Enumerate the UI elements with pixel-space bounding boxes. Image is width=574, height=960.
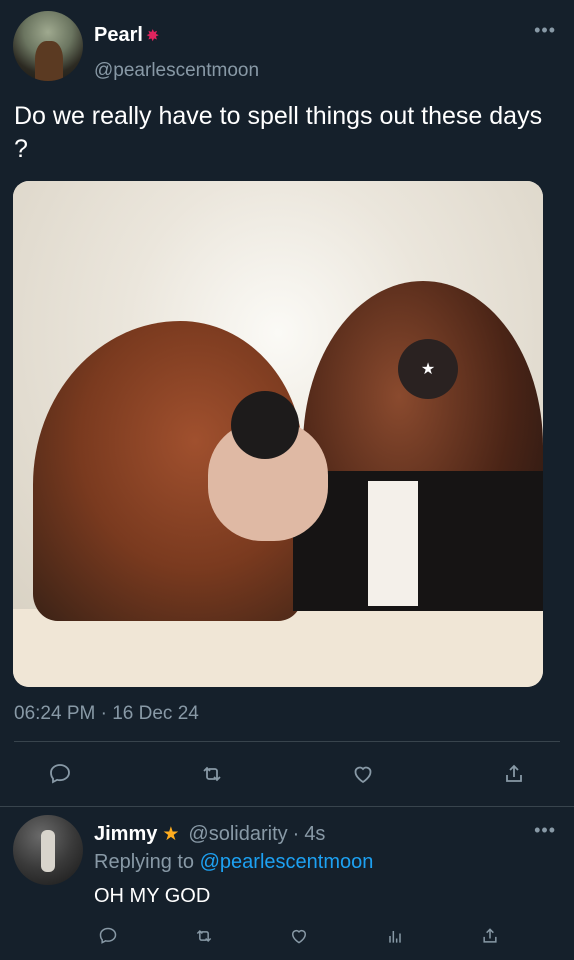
replying-to-line: Replying to @pearlescentmoon [94, 851, 373, 874]
reply-display-name[interactable]: Jimmy [94, 823, 157, 846]
separator: · [292, 823, 300, 845]
reply-handle[interactable]: @solidarity [188, 823, 287, 846]
analytics-icon[interactable] [383, 924, 407, 948]
divider [14, 741, 560, 742]
jimmy-avatar[interactable] [13, 815, 83, 885]
more-icon[interactable]: ••• [534, 820, 556, 841]
reply-icon[interactable] [46, 760, 74, 788]
tweet-display-name[interactable]: Pearl [94, 24, 143, 47]
tweet-text: Do we really have to spell things out th… [14, 102, 543, 163]
replying-prefix: Replying to [94, 851, 195, 873]
tweet-handle[interactable]: @pearlescentmoon [94, 60, 259, 82]
avatar-photo-detail [41, 830, 55, 872]
tweet-photo[interactable]: ★ [13, 181, 543, 687]
like-icon[interactable] [287, 924, 311, 948]
avatar-photo-detail [35, 41, 63, 81]
reply-text: OH MY GOD [94, 885, 211, 907]
collision-icon: ✸ [145, 27, 160, 45]
photo-blazer [293, 471, 543, 611]
share-icon[interactable] [478, 924, 502, 948]
share-icon[interactable] [500, 760, 528, 788]
photo-shirt [368, 481, 418, 606]
reply-author-row[interactable]: Jimmy ★ @solidarity · 4s [94, 823, 325, 846]
divider [0, 806, 574, 807]
star-icon: ★ [162, 824, 180, 845]
headphone-right: ★ [398, 339, 458, 399]
reply-icon[interactable] [96, 924, 120, 948]
tweet-timestamp[interactable]: 06:24 PM · 16 Dec 24 [14, 703, 199, 725]
tweet-author-row[interactable]: Pearl ✸ [94, 24, 159, 47]
main-tweet: Pearl ✸ @pearlescentmoon ••• Do we reall… [0, 0, 574, 806]
headphone-left [231, 391, 299, 459]
retweet-icon[interactable] [192, 924, 216, 948]
like-icon[interactable] [349, 760, 377, 788]
retweet-icon[interactable] [198, 760, 226, 788]
more-icon[interactable]: ••• [534, 20, 556, 41]
replying-to-mention[interactable]: @pearlescentmoon [200, 851, 374, 873]
headphone-star-icon: ★ [420, 361, 436, 378]
pearl-avatar[interactable] [13, 11, 83, 81]
reply-time[interactable]: 4s [304, 823, 325, 846]
